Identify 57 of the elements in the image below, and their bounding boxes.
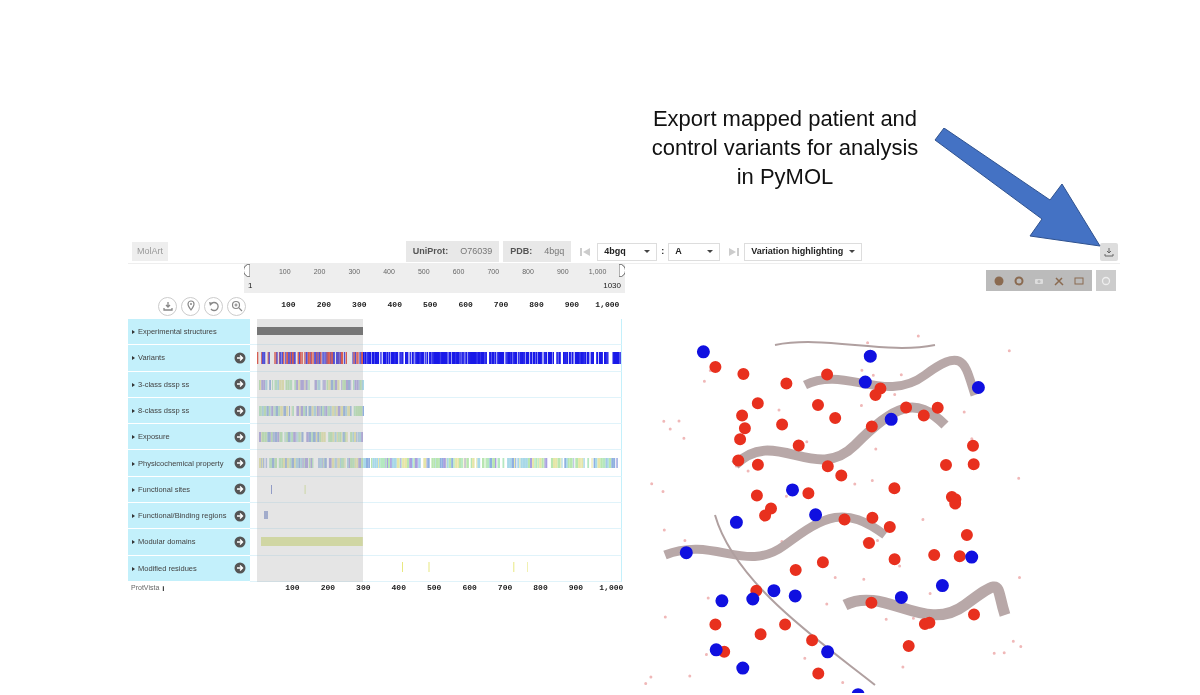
info-label: i: [162, 582, 165, 595]
axis-label: 100: [285, 581, 300, 594]
reset-button[interactable]: [204, 296, 223, 316]
pin-button[interactable]: [181, 296, 200, 316]
range-start-label: 1: [248, 280, 253, 292]
axis-label: 700: [493, 299, 509, 311]
mode-select[interactable]: Variation highlighting: [744, 242, 863, 261]
handle-icon[interactable]: [619, 264, 625, 277]
axis-label: 100: [281, 299, 296, 311]
axis-label: 400: [391, 581, 406, 594]
axis-label: 300: [352, 299, 367, 311]
arrow-circle-icon[interactable]: [234, 536, 246, 548]
axis-label: 900: [564, 299, 580, 311]
logo-label: MolArt: [132, 241, 168, 262]
axis-label: 1,000: [599, 581, 624, 594]
pdb-id: 4bgq: [544, 244, 565, 258]
chain-select[interactable]: A: [668, 242, 721, 261]
region-track-drawing: [264, 511, 269, 520]
site-track-drawing: [271, 484, 306, 494]
axis-label: 800: [533, 581, 548, 594]
axis-label: 300: [356, 581, 371, 594]
arrow-circle-icon[interactable]: [234, 509, 246, 522]
structure-select[interactable]: 4bgq: [597, 242, 658, 261]
uniprot-label: UniProt:: [412, 244, 449, 258]
download-icon: [161, 300, 174, 312]
axis-label: 200: [320, 581, 336, 594]
download-icon: [1104, 246, 1114, 257]
axis-label: 900: [568, 581, 584, 594]
axis-label: 800: [529, 299, 544, 311]
axis-label: 600: [458, 299, 473, 311]
uniprot-id: O76039: [460, 244, 493, 258]
axis-label: 400: [387, 299, 402, 311]
download-button[interactable]: [158, 296, 177, 316]
arrow-circle-icon[interactable]: [234, 430, 246, 443]
window-icon[interactable]: [1074, 275, 1084, 286]
arrow-circle-icon[interactable]: [234, 404, 246, 417]
axis-label: 500: [422, 299, 438, 311]
arrow-circle-icon[interactable]: [234, 562, 246, 575]
range-end-label: 1030: [603, 280, 621, 292]
separator-label: :: [661, 244, 665, 258]
axis-label: 1,000: [595, 299, 620, 311]
handle-icon[interactable]: [244, 264, 250, 277]
annotation-text: Export mapped patient and control variants for analysis in PyMOL: [650, 105, 920, 191]
zoom-icon: [230, 300, 243, 312]
pin-icon: [184, 300, 197, 312]
reset-icon: [207, 300, 220, 312]
zoom-button[interactable]: [227, 296, 246, 316]
arrow-circle-icon[interactable]: [234, 378, 246, 391]
arrow-circle-icon[interactable]: [234, 457, 246, 470]
pdb-label: PDB:: [510, 244, 533, 258]
arrow-circle-icon[interactable]: [234, 351, 246, 364]
axis-label: 700: [497, 581, 513, 594]
axis-label: 200: [316, 299, 332, 311]
axis-label: 500: [426, 581, 442, 594]
arrow-circle-icon[interactable]: [234, 483, 246, 496]
download-button[interactable]: [1100, 242, 1118, 261]
axis-label: 600: [462, 581, 477, 594]
